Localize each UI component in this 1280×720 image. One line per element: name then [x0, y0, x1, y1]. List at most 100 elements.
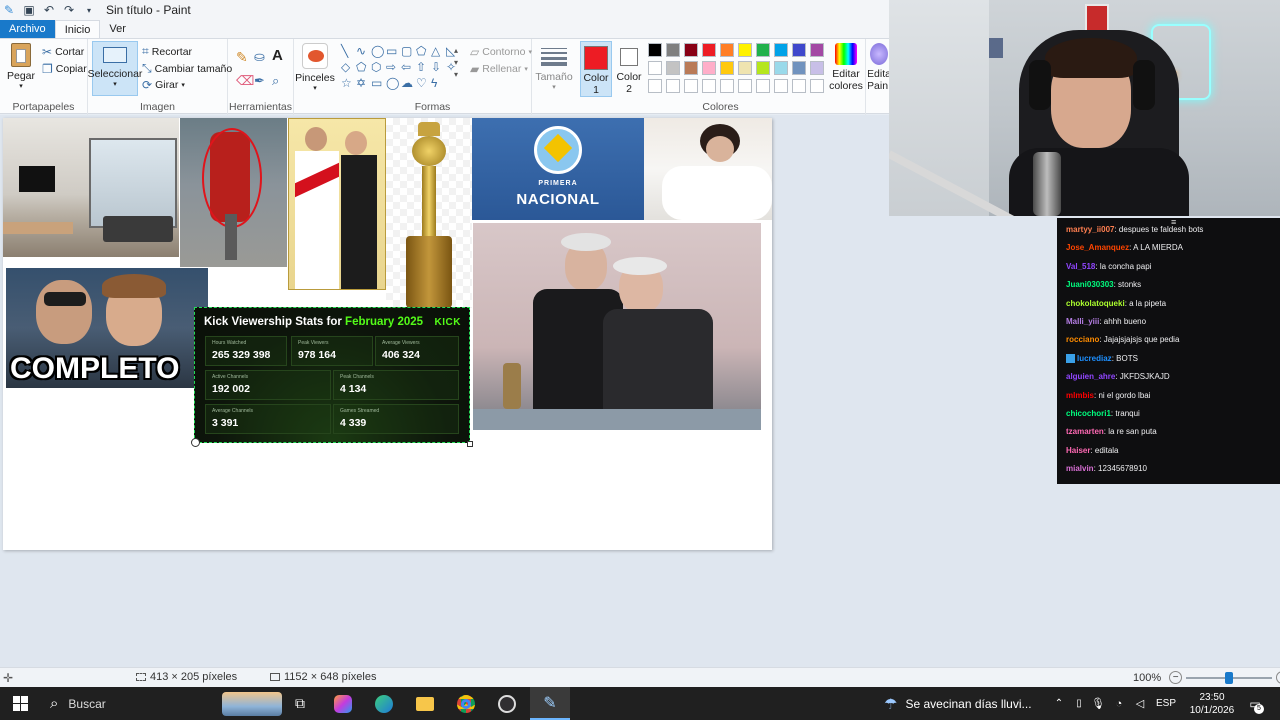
callout-rect-shape-icon[interactable]: ▭ [371, 76, 386, 92]
palette-swatch[interactable] [756, 43, 770, 57]
chat-username[interactable]: chokolatoqueki [1066, 299, 1125, 308]
rounded-rect-shape-icon[interactable]: ▢ [401, 44, 416, 60]
chat-username[interactable]: mlmbis [1066, 391, 1094, 400]
palette-custom-swatch[interactable] [666, 79, 680, 93]
resize-handle-icon[interactable] [467, 441, 473, 447]
zoom-slider[interactable] [1186, 671, 1273, 684]
weather-widget[interactable]: ☂ Se avecinan días lluvi... [884, 687, 1044, 720]
kick-stats-card[interactable]: Kick Viewership Stats for February 2025 … [191, 307, 473, 447]
palette-swatch[interactable] [810, 61, 824, 75]
chevron-up-icon[interactable]: ⌃ [1052, 687, 1066, 720]
size-button[interactable]: Tamaño ▾ [535, 45, 573, 91]
text-icon[interactable]: A [272, 47, 283, 64]
palette-custom-swatch[interactable] [774, 79, 788, 93]
palette-custom-swatch[interactable] [792, 79, 806, 93]
palette-custom-swatch[interactable] [702, 79, 716, 93]
crop-button[interactable]: ⌗ Recortar [142, 44, 192, 59]
palette-custom-swatch[interactable] [756, 79, 770, 93]
chat-username[interactable]: martyy_ii007 [1066, 225, 1114, 234]
palette-swatch[interactable] [774, 43, 788, 57]
zoom-out-icon[interactable]: − [1169, 671, 1183, 684]
brushes-button[interactable]: Pinceles ▾ [295, 43, 335, 92]
chat-username[interactable]: alguien_ahre [1066, 372, 1115, 381]
fill-bucket-icon[interactable]: ⛀ [254, 49, 265, 65]
zoom-in-icon[interactable]: + [1276, 671, 1280, 684]
magnifier-icon[interactable]: ⌕ [272, 73, 279, 89]
outline-button[interactable]: ▱ Contorno ▾ [470, 45, 532, 59]
polygon-shape-icon[interactable]: ⬠ [416, 44, 431, 60]
chat-username[interactable]: chicochori1 [1066, 409, 1111, 418]
chat-username[interactable]: mialvin [1066, 464, 1094, 473]
selection-handle-icon[interactable] [191, 438, 200, 447]
zoom-slider-thumb[interactable] [1225, 671, 1234, 684]
shapes-scroll-icon[interactable]: ▴ ▾ ▾ [454, 45, 458, 81]
clock[interactable]: 23:50 10/1/2026 [1184, 687, 1240, 720]
chat-username[interactable]: Malli_yiii [1066, 317, 1099, 326]
start-button[interactable] [8, 687, 32, 720]
language-indicator[interactable]: ESP [1154, 687, 1178, 720]
copy-button[interactable]: ❐ Copiar [42, 62, 87, 76]
palette-swatch[interactable] [666, 61, 680, 75]
redo-icon[interactable]: ↷ [62, 3, 76, 17]
edge-icon[interactable] [371, 687, 397, 720]
tab-view[interactable]: Ver [100, 20, 135, 38]
tablet-icon[interactable]: ▯ [1072, 687, 1086, 720]
pentagon-shape-icon[interactable]: ⬠ [356, 60, 371, 76]
rect-shape-icon[interactable]: ▭ [386, 44, 401, 60]
palette-swatch[interactable] [756, 61, 770, 75]
chat-username[interactable]: Haiser [1066, 446, 1090, 455]
line-shape-icon[interactable]: ╲ [341, 44, 356, 60]
cut-button[interactable]: ✂ Cortar [42, 45, 84, 59]
chat-username[interactable]: Juani030303 [1066, 280, 1114, 289]
palette-custom-swatch[interactable] [648, 79, 662, 93]
edit-colors-button[interactable]: Editar colores [826, 43, 866, 92]
microphone-icon[interactable]: 🎙 [1091, 687, 1105, 720]
palette-swatch[interactable] [648, 61, 662, 75]
rotate-button[interactable]: ⟳ Girar ▾ [142, 78, 185, 92]
palette-swatch[interactable] [702, 43, 716, 57]
chat-username[interactable]: tzamarten [1066, 427, 1104, 436]
color-picker-icon[interactable]: ✒ [254, 73, 265, 89]
palette-custom-swatch[interactable] [720, 79, 734, 93]
speaker-icon[interactable]: ◁ [1132, 687, 1148, 720]
pencil-icon[interactable]: ✎ [236, 49, 248, 66]
hexagon-shape-icon[interactable]: ⬡ [371, 60, 386, 76]
palette-swatch[interactable] [702, 61, 716, 75]
file-explorer-icon[interactable] [412, 687, 438, 720]
wifi-icon[interactable]: ◔ [1111, 687, 1127, 720]
edit-paint3d-button[interactable]: Edita Pain [868, 43, 890, 92]
color2-button[interactable]: Color 2 [614, 41, 644, 97]
palette-swatch[interactable] [648, 43, 662, 57]
palette-swatch[interactable] [810, 43, 824, 57]
oval-shape-icon[interactable]: ◯ [371, 44, 386, 60]
arrow-down-shape-icon[interactable]: ⇩ [431, 60, 446, 76]
chat-username[interactable]: rocciano [1066, 335, 1099, 344]
select-button[interactable]: Seleccionar ▾ [88, 41, 142, 96]
obs-icon[interactable] [494, 687, 520, 720]
arrow-right-shape-icon[interactable]: ⇨ [386, 60, 401, 76]
tab-file[interactable]: Archivo [0, 20, 55, 38]
eraser-icon[interactable]: ⌫ [236, 73, 254, 89]
paste-button[interactable]: Pegar ▾ [6, 43, 36, 90]
arrow-left-shape-icon[interactable]: ⇦ [401, 60, 416, 76]
palette-swatch[interactable] [684, 61, 698, 75]
task-view-icon[interactable]: ⧉ [288, 687, 312, 720]
palette-swatch[interactable] [738, 61, 752, 75]
star6-shape-icon[interactable]: ✡ [356, 76, 371, 92]
resize-button[interactable]: ⤡ Cambiar tamaño [142, 61, 232, 76]
undo-icon[interactable]: ↶ [42, 3, 56, 17]
callout-oval-shape-icon[interactable]: ◯ [386, 76, 401, 92]
palette-custom-swatch[interactable] [684, 79, 698, 93]
chat-username[interactable]: Jose_Amanquez [1066, 243, 1129, 252]
arrow-up-shape-icon[interactable]: ⇧ [416, 60, 431, 76]
chrome-icon[interactable] [453, 687, 479, 720]
diamond-shape-icon[interactable]: ◇ [341, 60, 356, 76]
customize-icon[interactable]: ▾ [82, 3, 96, 17]
palette-swatch[interactable] [666, 43, 680, 57]
palette-swatch[interactable] [684, 43, 698, 57]
palette-swatch[interactable] [792, 61, 806, 75]
save-icon[interactable]: ▣ [22, 3, 36, 17]
curve-shape-icon[interactable]: ∿ [356, 44, 371, 60]
palette-swatch[interactable] [720, 61, 734, 75]
palette-swatch[interactable] [774, 61, 788, 75]
